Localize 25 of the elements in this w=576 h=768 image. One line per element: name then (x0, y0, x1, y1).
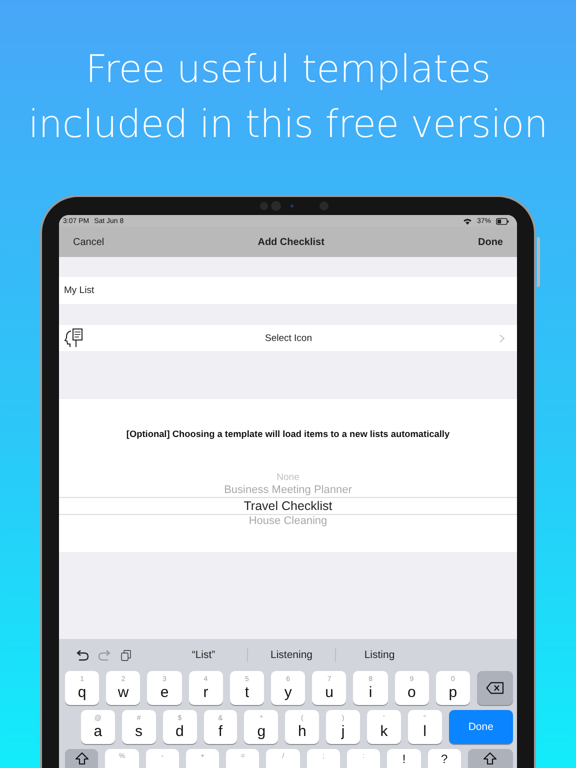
backspace-icon (486, 682, 504, 694)
select-icon-label: Select Icon (264, 332, 313, 344)
keyboard-key[interactable]: ? (428, 749, 461, 768)
keyboard-key[interactable]: ! (387, 749, 421, 768)
select-icon-row[interactable]: Select Icon (59, 325, 517, 351)
undo-icon (75, 650, 89, 660)
list-name-field[interactable]: My List (64, 284, 264, 298)
headline: Free useful templates included in this free version (28, 46, 548, 148)
shift-icon (483, 752, 498, 765)
backspace-key[interactable] (477, 671, 513, 705)
suggestion-button[interactable]: “List” (160, 647, 247, 663)
done-key[interactable]: Done (448, 710, 514, 744)
chevron-icon (499, 334, 505, 342)
screen-title: Add Checklist (258, 236, 324, 248)
shift-icon (74, 752, 89, 765)
done-button[interactable]: Done (476, 234, 505, 250)
wifi-icon (462, 218, 472, 224)
battery-icon (496, 218, 509, 224)
clipboard-icon (121, 650, 131, 660)
redo-icon (98, 650, 112, 660)
suggestion-button[interactable]: Listing (336, 647, 423, 663)
template-hint: [Optional] Choosing a template will load items to a new lists automatically (126, 429, 450, 439)
picker-option[interactable]: Travel Checklist (59, 497, 517, 515)
suggestion-button[interactable]: Listening (248, 647, 335, 663)
cancel-button[interactable]: Cancel (71, 234, 106, 250)
